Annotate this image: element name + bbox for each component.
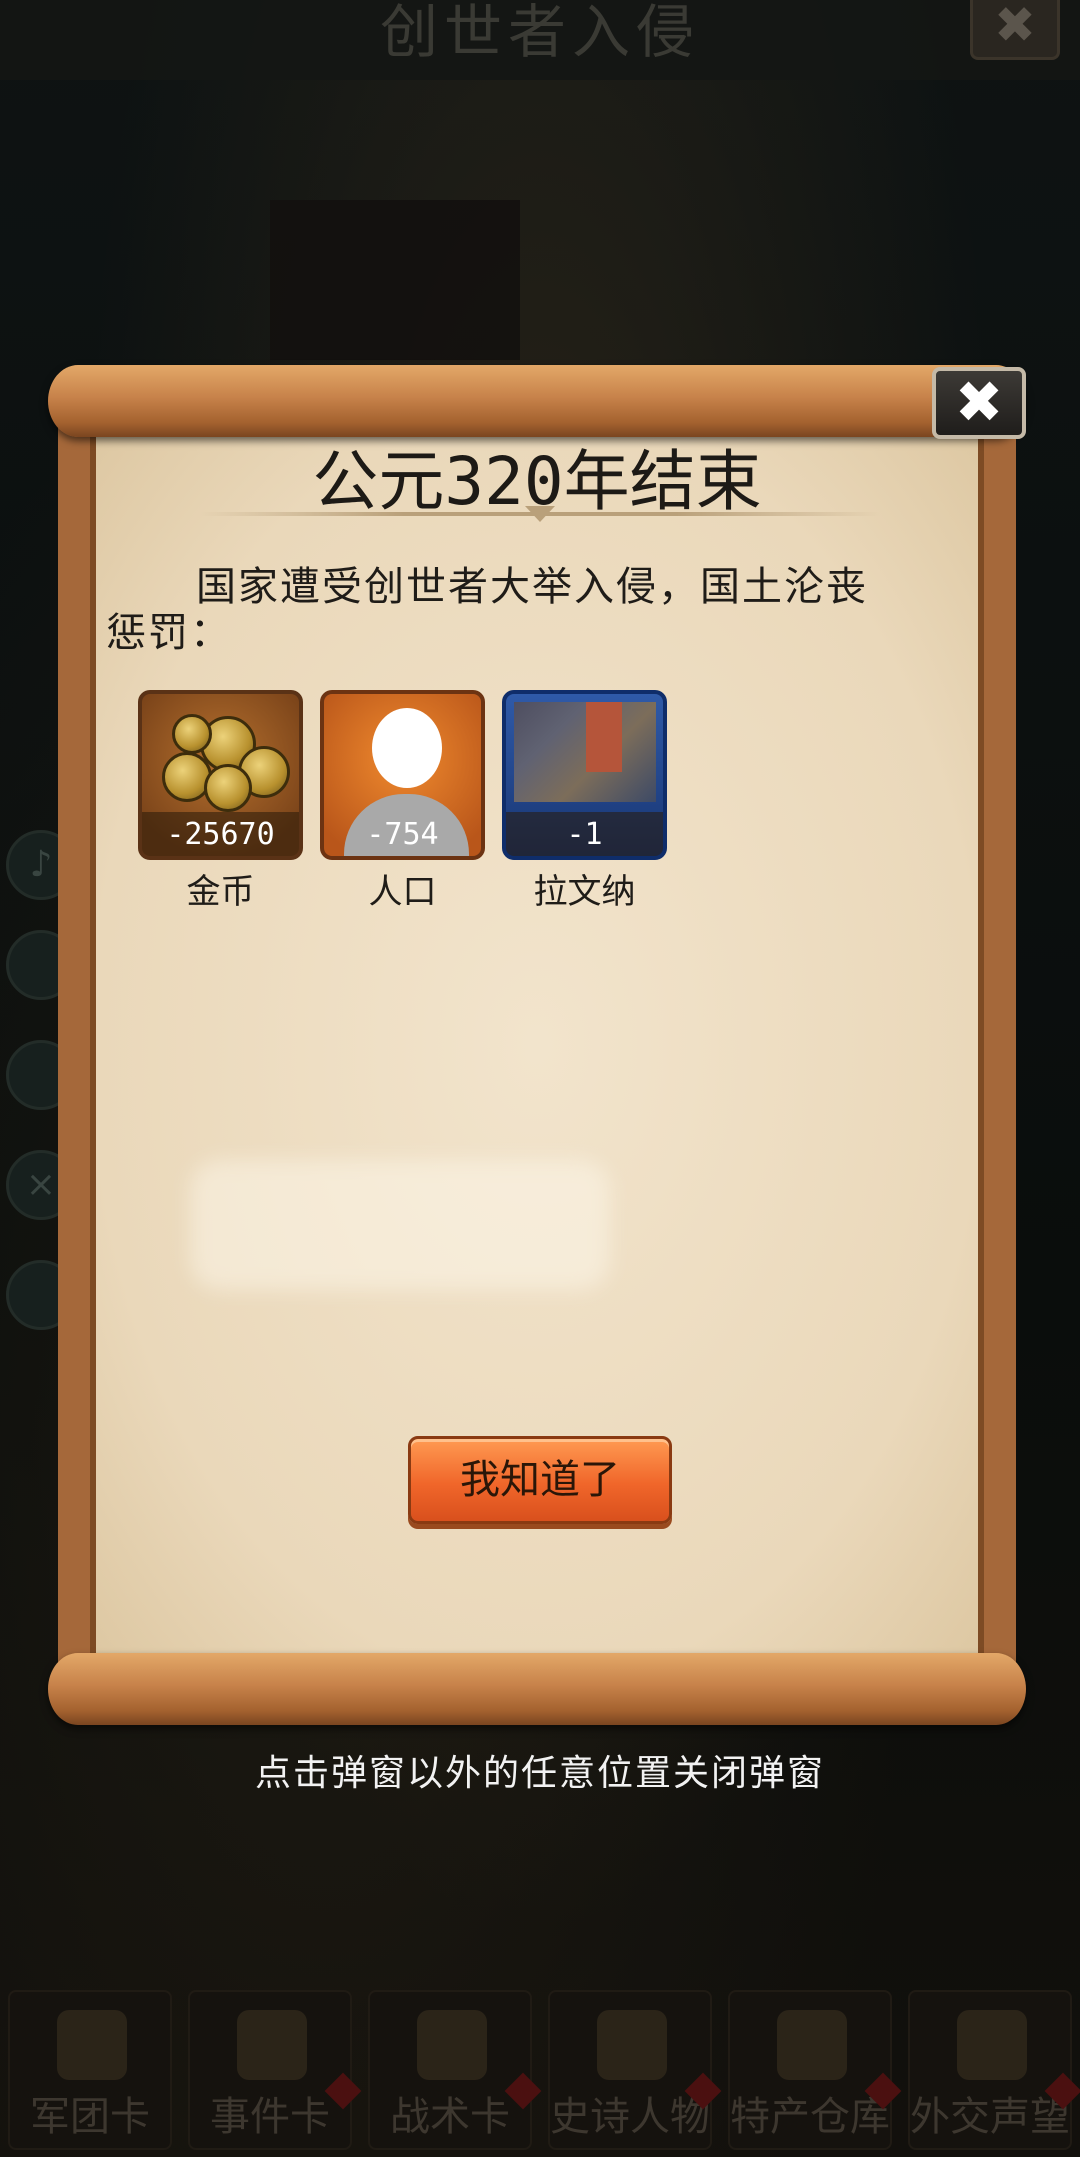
penalty-value: -754 [366,817,439,852]
population-icon: -754 [320,690,485,860]
background-page-title: 创世者入侵 [0,0,1080,80]
close-hint-text: 点击弹窗以外的任意位置关闭弹窗 [254,1753,825,1794]
bottom-nav: 军团卡 事件卡 战术卡 史诗人物 特产仓库 外交声望 [0,1982,1080,2157]
nav-item-epic-heroes: 史诗人物 [548,1990,722,2150]
event-icon [237,2010,307,2080]
nav-item-diplomatic-reputation: 外交声望 [908,1990,1080,2150]
penalty-label: 人口 [368,872,437,912]
helmet-icon [57,2010,127,2080]
penalty-label: 拉文纳 [533,872,636,912]
penalty-label: 金币 [186,872,255,912]
gold-coins-icon: -25670 [138,690,303,860]
letter-icon [957,2010,1027,2080]
penalty-item-gold[interactable]: -25670 金币 [138,690,303,913]
background-castle-tower [270,200,520,360]
penalty-item-population[interactable]: -754 人口 [320,690,485,913]
city-ravenna-icon: -1 [502,690,667,860]
acknowledge-button[interactable]: 我知道了 [408,1436,672,1524]
background-close-icon: ✖ [970,0,1060,60]
scroll-rod-bottom [48,1653,1026,1725]
crown-icon [597,2010,667,2080]
dialog-message: 国家遭受创世者大举入侵，国土沦丧惩罚： [106,564,868,656]
nav-item-legion-cards: 军团卡 [8,1990,172,2150]
tactic-icon [417,2010,487,2080]
nav-item-tactic-cards: 战术卡 [368,1990,542,2150]
penalty-item-ravenna[interactable]: -1 拉文纳 [502,690,667,913]
scroll-rod-top [48,365,1026,437]
paper-smudge [190,1160,610,1290]
nav-item-event-cards: 事件卡 [188,1990,362,2150]
nav-item-specialty-warehouse: 特产仓库 [728,1990,902,2150]
penalty-list: -25670 金币 -754 人口 -1 拉文纳 [138,690,667,913]
penalty-value: -1 [506,812,663,856]
penalty-value: -25670 [142,812,299,856]
nav-label: 军团卡 [30,2094,150,2140]
chest-icon [777,2010,847,2080]
